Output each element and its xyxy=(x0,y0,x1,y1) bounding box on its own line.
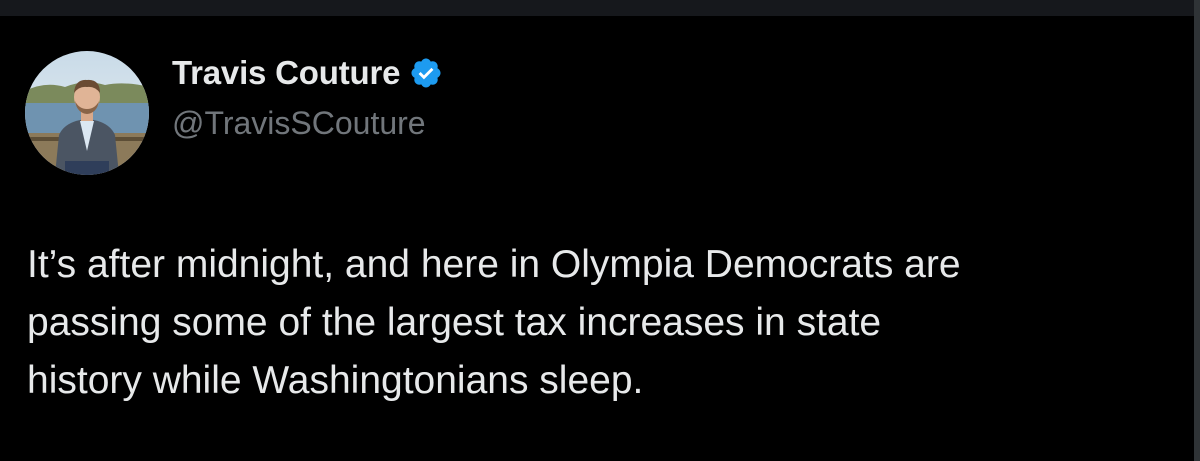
tweet-text: It’s after midnight, and here in Olympia… xyxy=(27,236,1177,410)
tweet-card[interactable]: Travis Couture @TravisSCouture It’s afte… xyxy=(0,16,1194,461)
tweet-text-line: history while Washingtonians sleep. xyxy=(27,359,644,402)
author-handle[interactable]: @TravisSCouture xyxy=(172,105,426,142)
profile-photo-icon xyxy=(25,51,149,175)
author-display-name[interactable]: Travis Couture xyxy=(172,54,400,92)
author-name-row: Travis Couture xyxy=(172,53,443,93)
top-bar xyxy=(0,0,1200,16)
avatar[interactable] xyxy=(25,51,149,175)
tweet-text-line: It’s after midnight, and here in Olympia… xyxy=(27,243,961,286)
verified-badge-icon xyxy=(409,56,443,90)
scrollbar[interactable] xyxy=(1194,0,1200,461)
tweet-text-line: passing some of the largest tax increase… xyxy=(27,301,882,344)
